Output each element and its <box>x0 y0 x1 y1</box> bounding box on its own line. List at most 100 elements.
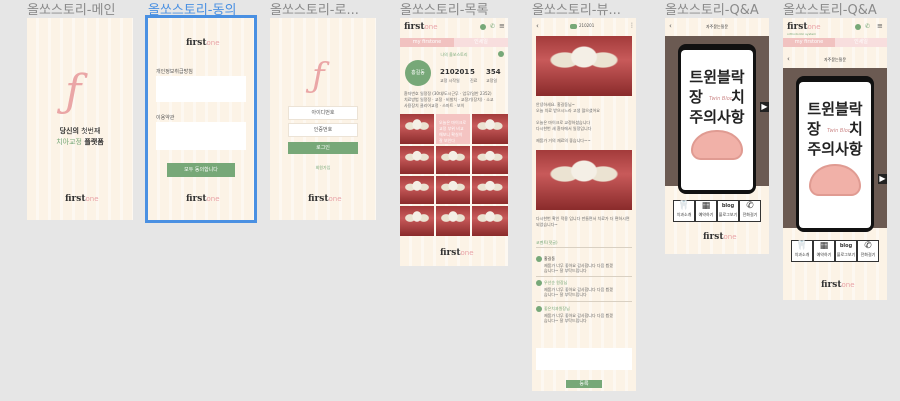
info-icon[interactable] <box>498 51 504 57</box>
qna-title: 자주묻는질문 <box>705 24 729 29</box>
logo-subtitle: orthodontic system <box>787 32 817 36</box>
artboard-label-qna[interactable]: 올쏘스토리-Q&A <box>665 0 759 18</box>
comment-input[interactable] <box>536 348 632 370</box>
stat-days-label: 교정일 <box>486 78 498 83</box>
comments-header: 코멘트(댓글) <box>536 240 558 245</box>
header-logo: firstone <box>186 38 220 48</box>
photo-thumb[interactable] <box>472 206 508 236</box>
photo-thumb[interactable] <box>400 206 434 236</box>
next-arrow-icon[interactable]: ▶ <box>878 174 887 184</box>
view-photo-2[interactable] <box>536 150 632 210</box>
artboard-list[interactable]: firstone ✆ ≡ my firstone 인세일 나의 올쏘스토리 홍길… <box>400 18 508 266</box>
artboard-label-list[interactable]: 올쏘스토리-목록 <box>400 0 488 18</box>
privacy-textbox[interactable] <box>156 76 246 102</box>
comment-author: 우선순 원장님 <box>544 280 568 285</box>
artboard-agree[interactable]: firstone 개인정보취급방침 이용약관 모두 동의합니다 firstone <box>145 15 257 223</box>
phone-icon[interactable]: ✆ <box>865 23 870 30</box>
header-logo: firstone <box>787 22 821 32</box>
view-date-badge: 210201 <box>579 23 595 28</box>
status-icon <box>480 24 486 30</box>
phone-icon[interactable]: ✆ <box>490 23 495 30</box>
stat-days-value: 354 <box>486 68 501 76</box>
badge-icon <box>570 24 577 29</box>
phone-icon[interactable]: ✆ 전화걸기 <box>857 240 879 262</box>
tab-other[interactable]: 인세일 <box>454 38 508 47</box>
artboard-main[interactable]: ƒ 당신의 첫번째 치아교정 플랫폼 firstone <box>27 18 133 220</box>
stat-start-value: 210201 <box>440 68 470 76</box>
blog-icon[interactable]: blog 블로그보기 <box>835 240 857 262</box>
artboard-label-qna2[interactable]: 올쏘스토리-Q&A <box>783 0 877 18</box>
comment-avatar <box>536 256 542 262</box>
stat-visits-label: 진료 <box>470 78 478 83</box>
brand-f-logo: ƒ <box>312 56 325 96</box>
terms-title: 이용약관 <box>156 115 175 121</box>
tab-my-firstone[interactable]: my firstone <box>400 38 454 47</box>
photo-thumb[interactable] <box>400 146 434 174</box>
next-arrow-icon[interactable]: ▶ <box>760 102 769 112</box>
comment-submit-button[interactable]: 등록 <box>566 380 602 388</box>
photo-thumb[interactable] <box>436 206 470 236</box>
signup-link[interactable]: 회원가입 <box>270 165 376 171</box>
divider <box>536 301 632 302</box>
comment-text: 제품가 너무 좋아요 감사합니다 다음 뵙겠습니다~ 잘 부탁드립니다 <box>544 287 613 297</box>
comment-avatar <box>536 306 542 312</box>
photo-thumb-overlay[interactable]: 오늘은 마이크로 교정 부위 비교해보니 확실히 잘 보인다 <box>436 114 470 144</box>
phone-icon[interactable]: ✆ 전화걸기 <box>739 200 761 222</box>
tab-my-firstone[interactable]: my firstone <box>783 38 835 47</box>
blog-icon[interactable]: blog 블로그보기 <box>717 200 739 222</box>
comment-author: 좋은치과원장님 <box>544 306 570 311</box>
pw-input[interactable]: 인증번호 <box>288 123 358 137</box>
tagline-line-1: 당신의 첫번째 <box>59 127 101 135</box>
artboard-label-main[interactable]: 올쏘스토리-메인 <box>27 0 115 18</box>
retainer-illustration <box>809 164 861 196</box>
banner-line3: 주의사항 <box>689 108 745 126</box>
more-icon[interactable]: ⋮ <box>629 22 635 29</box>
artboard-label-agree[interactable]: 올쏘스토리-동의 <box>148 0 236 18</box>
artboard-login[interactable]: ƒ 아이디번호 인증번호 로그인 회원가입 firstone <box>270 18 376 220</box>
comment-text: 제품가 너무 좋아요 감사합니다 다음 뵙겠습니다~ 잘 부탁드립니다 <box>544 313 613 323</box>
login-button[interactable]: 로그인 <box>288 142 358 154</box>
artboard-qna[interactable]: ‹ 자주묻는질문 트윈블락 장 Twin Bloc 치 주의사항 ▶ 🦷 치과소개… <box>665 18 769 254</box>
photo-thumb[interactable] <box>400 114 434 144</box>
tab-other[interactable]: 인세일 <box>835 38 887 47</box>
banner-line2a: 장 <box>689 88 703 106</box>
photo-thumb[interactable] <box>400 176 434 204</box>
artboard-view[interactable]: ‹ 210201 ⋮ 안녕하세요. 홍길동님~ 오늘 치료 받으시느라 고생 많… <box>532 18 636 391</box>
header-logo: firstone <box>404 22 438 32</box>
tooth-icon[interactable]: 🦷 치과소개 <box>673 200 695 222</box>
artboard-label-view[interactable]: 올쏘스토리-뷰... <box>532 0 621 18</box>
terms-textbox[interactable] <box>156 122 246 150</box>
agree-all-button[interactable]: 모두 동의합니다 <box>167 163 235 177</box>
photo-thumb[interactable] <box>436 176 470 204</box>
view-photo-1[interactable] <box>536 36 632 96</box>
stat-visits-value: 5 <box>470 68 475 76</box>
privacy-title: 개인정보취급방침 <box>156 69 193 75</box>
comment-author: 홍길동 <box>544 256 556 261</box>
qna-title: 자주묻는질문 <box>823 57 847 62</box>
photo-thumb[interactable] <box>472 114 508 144</box>
photo-thumb[interactable] <box>436 146 470 174</box>
calendar-icon[interactable]: ▦ 예약하기 <box>695 200 717 222</box>
menu-icon[interactable]: ≡ <box>877 22 883 30</box>
stat-start-label: 교정 시작일 <box>440 78 460 83</box>
footer-logo: firstone <box>65 194 99 204</box>
photo-thumb[interactable] <box>472 146 508 174</box>
banner-sub: Twin Bloc <box>827 128 851 134</box>
id-input[interactable]: 아이디번호 <box>288 106 358 120</box>
info-row-3: 사용장치 클리어교정 · 스마트 · 보이 <box>404 103 465 108</box>
calendar-icon[interactable]: ▦ 예약하기 <box>813 240 835 262</box>
divider <box>536 247 632 248</box>
banner-phone: 트윈블락 장 Twin Bloc 치 주의사항 <box>678 44 756 194</box>
back-icon[interactable]: ‹ <box>536 22 539 30</box>
divider <box>536 276 632 277</box>
comment-text: 제품가 너무 좋아요 감사합니다 다음 뵙겠습니다~ 잘 부탁드립니다 <box>544 263 613 273</box>
menu-icon[interactable]: ≡ <box>499 22 505 30</box>
banner-sub: Twin Bloc <box>709 96 733 102</box>
artboard-qna2[interactable]: firstone orthodontic system ✆ ≡ my first… <box>783 18 887 300</box>
artboard-label-login[interactable]: 올쏘스토리-로... <box>270 0 359 18</box>
profile-avatar: 홍길동 <box>405 60 431 86</box>
photo-thumb[interactable] <box>472 176 508 204</box>
tooth-icon[interactable]: 🦷 치과소개 <box>791 240 813 262</box>
banner-line1: 트윈블락 <box>689 68 745 86</box>
view-text-1: 안녕하세요. 홍길동님~ 오늘 치료 받으시느라 고생 많으셨어요 <box>536 102 600 113</box>
